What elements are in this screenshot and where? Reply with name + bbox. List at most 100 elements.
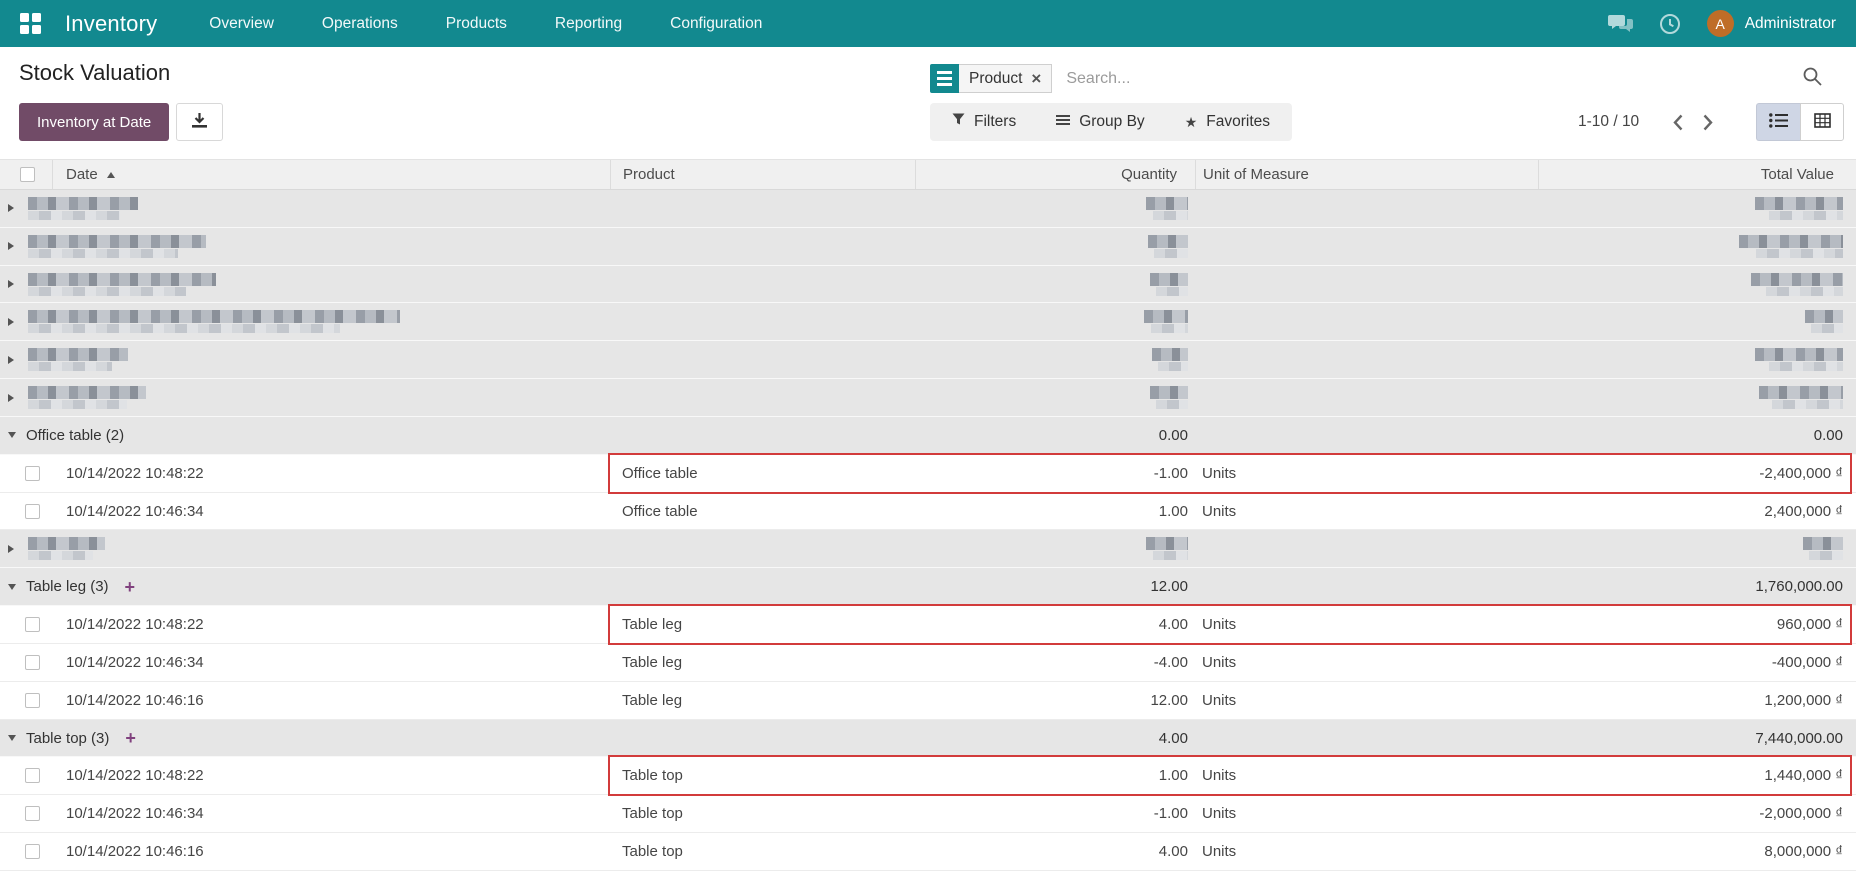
group-quantity: 0.00	[915, 427, 1195, 444]
row-checkbox[interactable]	[25, 655, 40, 670]
cell-product: Table top	[610, 767, 915, 784]
column-header-date[interactable]: Date	[52, 160, 610, 189]
pivot-view-button[interactable]	[1800, 103, 1844, 141]
export-button[interactable]	[176, 103, 223, 141]
row-checkbox[interactable]	[25, 768, 40, 783]
record-row[interactable]: 10/14/2022 10:46:16 Table leg 12.00 Unit…	[0, 682, 1856, 720]
group-quantity: 12.00	[915, 578, 1195, 595]
cell-uom: Units	[1195, 654, 1538, 671]
user-menu[interactable]: A Administrator	[1707, 10, 1836, 37]
row-checkbox[interactable]	[25, 844, 40, 859]
group-row-collapsed-redacted[interactable]	[0, 303, 1856, 341]
caret-down-icon	[8, 735, 16, 741]
filters-button[interactable]: Filters	[952, 113, 1016, 131]
record-row[interactable]: 10/14/2022 10:48:22 Office table -1.00 U…	[0, 455, 1856, 493]
search-icon[interactable]	[1803, 67, 1822, 90]
cell-product: Table leg	[610, 616, 915, 633]
group-by-button[interactable]: Group By	[1056, 113, 1144, 131]
group-row[interactable]: Table leg (3) + 12.00 1,760,000.00	[0, 568, 1856, 606]
filter-funnel-icon	[952, 113, 965, 131]
column-header-total-value[interactable]: Total Value	[1538, 160, 1856, 189]
redacted-group-name	[28, 310, 400, 333]
redacted-quantity	[1146, 197, 1188, 220]
messages-icon[interactable]	[1608, 14, 1633, 34]
pager-previous-icon[interactable]	[1663, 110, 1693, 135]
record-row[interactable]: 10/14/2022 10:46:34 Table leg -4.00 Unit…	[0, 644, 1856, 682]
cell-total-value: 8,000,000 ₫	[1538, 843, 1856, 860]
redacted-quantity	[1150, 386, 1188, 409]
main-menu: Overview Operations Products Reporting C…	[209, 15, 762, 33]
cell-uom: Units	[1195, 805, 1538, 822]
menu-configuration[interactable]: Configuration	[670, 15, 762, 33]
group-row-collapsed-redacted[interactable]	[0, 341, 1856, 379]
caret-right-icon	[8, 318, 14, 326]
cell-total-value: 2,400,000 ₫	[1538, 503, 1856, 520]
inventory-at-date-button[interactable]: Inventory at Date	[19, 103, 169, 141]
record-row[interactable]: 10/14/2022 10:46:34 Table top -1.00 Unit…	[0, 795, 1856, 833]
add-record-icon[interactable]: +	[125, 578, 136, 596]
add-record-icon[interactable]: +	[125, 729, 136, 747]
cell-quantity: 12.00	[915, 692, 1195, 709]
redacted-group-name	[28, 273, 216, 296]
group-total-value: 7,440,000.00	[1538, 730, 1856, 747]
caret-right-icon	[8, 545, 14, 553]
cell-product: Table top	[610, 805, 915, 822]
caret-right-icon	[8, 242, 14, 250]
row-checkbox[interactable]	[25, 466, 40, 481]
row-checkbox[interactable]	[25, 617, 40, 632]
group-row-collapsed-redacted[interactable]	[0, 190, 1856, 228]
activities-clock-icon[interactable]	[1659, 13, 1681, 35]
cell-total-value: -400,000 ₫	[1538, 654, 1856, 671]
pager-next-icon[interactable]	[1693, 110, 1723, 135]
cell-uom: Units	[1195, 616, 1538, 633]
facet-label: Product	[969, 70, 1022, 88]
row-checkbox[interactable]	[25, 504, 40, 519]
record-row[interactable]: 10/14/2022 10:48:22 Table top 1.00 Units…	[0, 757, 1856, 795]
menu-reporting[interactable]: Reporting	[555, 15, 622, 33]
caret-down-icon	[8, 432, 16, 438]
header-select-cell	[0, 160, 52, 189]
group-row-collapsed-redacted[interactable]	[0, 228, 1856, 266]
redacted-total	[1739, 235, 1843, 258]
group-row-collapsed-redacted[interactable]	[0, 266, 1856, 304]
favorites-button[interactable]: ★ Favorites	[1185, 113, 1270, 131]
record-row[interactable]: 10/14/2022 10:48:22 Table leg 4.00 Units…	[0, 606, 1856, 644]
redacted-quantity	[1148, 235, 1188, 258]
record-row[interactable]: 10/14/2022 10:46:34 Office table 1.00 Un…	[0, 493, 1856, 531]
group-row[interactable]: Office table (2) 0.00 0.00	[0, 417, 1856, 455]
page-title: Stock Valuation	[19, 60, 170, 86]
group-row-collapsed-redacted[interactable]	[0, 530, 1856, 568]
column-header-uom[interactable]: Unit of Measure	[1195, 160, 1538, 189]
username: Administrator	[1745, 15, 1836, 33]
row-checkbox[interactable]	[25, 693, 40, 708]
caret-right-icon	[8, 394, 14, 402]
group-row[interactable]: Table top (3) + 4.00 7,440,000.00	[0, 720, 1856, 758]
cell-total-value: 1,440,000 ₫	[1538, 767, 1856, 784]
table-body: Office table (2) 0.00 0.00 10/14/2022 10…	[0, 190, 1856, 871]
record-row[interactable]: 10/14/2022 10:46:16 Table top 4.00 Units…	[0, 833, 1856, 871]
menu-operations[interactable]: Operations	[322, 15, 398, 33]
list-view-button[interactable]	[1756, 103, 1800, 141]
group-row-collapsed-redacted[interactable]	[0, 379, 1856, 417]
redacted-group-name	[28, 386, 146, 409]
facet-remove-icon[interactable]: ×	[1031, 70, 1041, 87]
column-header-product[interactable]: Product	[610, 160, 915, 189]
cell-date: 10/14/2022 10:46:16	[52, 843, 610, 860]
pivot-grid-icon	[1814, 113, 1831, 132]
pager: 1-10 / 10	[1578, 103, 1723, 141]
select-all-checkbox[interactable]	[20, 167, 35, 182]
star-icon: ★	[1185, 114, 1198, 131]
search-input[interactable]	[1066, 70, 1803, 88]
row-checkbox[interactable]	[25, 806, 40, 821]
redacted-total	[1755, 348, 1843, 371]
cell-date: 10/14/2022 10:46:16	[52, 692, 610, 709]
menu-products[interactable]: Products	[446, 15, 507, 33]
apps-menu-icon[interactable]	[20, 13, 41, 34]
column-header-quantity[interactable]: Quantity	[915, 160, 1195, 189]
group-by-facet-icon	[930, 64, 959, 93]
caret-right-icon	[8, 280, 14, 288]
cell-quantity: -1.00	[915, 805, 1195, 822]
menu-overview[interactable]: Overview	[209, 15, 274, 33]
cell-total-value: 960,000 ₫	[1538, 616, 1856, 633]
group-label: Office table (2)	[26, 427, 124, 444]
